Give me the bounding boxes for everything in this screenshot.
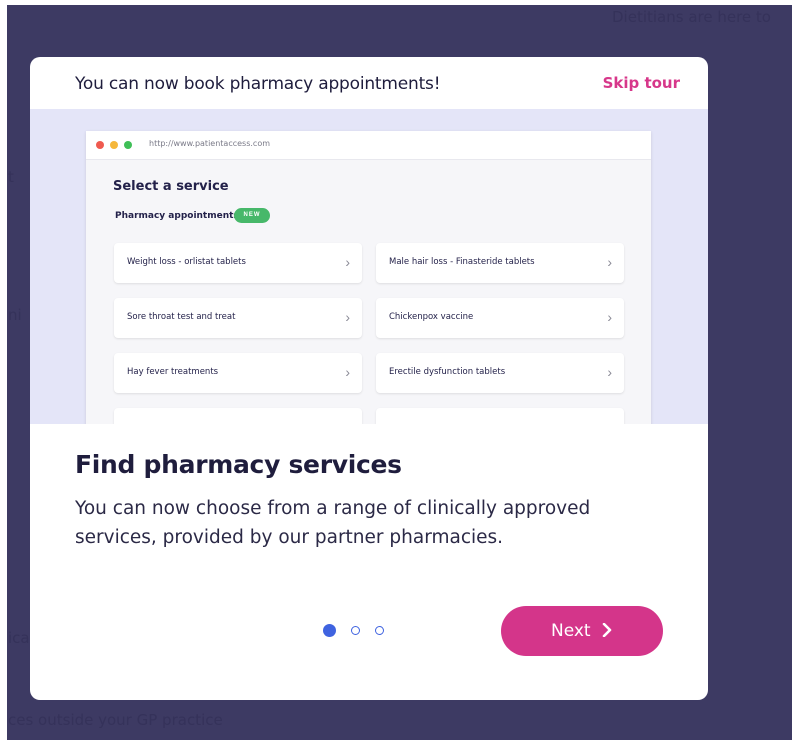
- close-dot-icon: [96, 141, 104, 149]
- chevron-right-icon: ›: [345, 254, 350, 270]
- step-title: Find pharmacy services: [75, 450, 402, 479]
- minimize-dot-icon: [110, 141, 118, 149]
- service-card: Erectile dysfunction tablets ›: [376, 353, 624, 393]
- service-card-label: Weight loss - orlistat tablets: [127, 257, 246, 267]
- service-card-label: Erectile dysfunction tablets: [389, 367, 506, 377]
- illustration-subtitle: Pharmacy appointments: [115, 211, 239, 221]
- chevron-right-icon: [602, 622, 612, 638]
- service-card-partial: ›: [376, 408, 624, 424]
- step-description: You can now choose from a range of clini…: [75, 498, 591, 548]
- pager-dot[interactable]: [351, 626, 360, 635]
- illustration-title: Select a service: [113, 179, 229, 194]
- background-text-bottom: ces outside your GP practice: [8, 711, 223, 729]
- next-button-label: Next: [550, 621, 591, 641]
- skip-tour-link[interactable]: Skip tour: [603, 74, 680, 92]
- pager-dot-active[interactable]: [323, 624, 336, 637]
- service-card: Weight loss - orlistat tablets ›: [114, 243, 362, 283]
- service-card: Male hair loss - Finasteride tablets ›: [376, 243, 624, 283]
- background-fragment: t: [8, 168, 14, 186]
- chevron-right-icon: ›: [607, 364, 612, 380]
- modal-header: You can now book pharmacy appointments! …: [30, 57, 708, 109]
- service-card: Hay fever treatments ›: [114, 353, 362, 393]
- service-card-label: Sore throat test and treat: [127, 312, 236, 322]
- browser-mockup: http://www.patientaccess.com Select a se…: [86, 131, 651, 424]
- service-card-label: Chickenpox vaccine: [389, 312, 474, 322]
- modal-title: You can now book pharmacy appointments!: [75, 74, 441, 94]
- service-card-label: Hay fever treatments: [127, 367, 219, 377]
- pager-dot[interactable]: [375, 626, 384, 635]
- chevron-right-icon: ›: [345, 364, 350, 380]
- feature-illustration: http://www.patientaccess.com Select a se…: [30, 109, 708, 424]
- service-card-partial: ›: [114, 408, 362, 424]
- tour-modal: You can now book pharmacy appointments! …: [30, 57, 708, 700]
- chevron-right-icon: ›: [607, 419, 612, 424]
- service-card: Chickenpox vaccine ›: [376, 298, 624, 338]
- service-card: Sore throat test and treat ›: [114, 298, 362, 338]
- browser-toolbar: http://www.patientaccess.com: [86, 131, 651, 160]
- background-fragment: ica: [8, 629, 30, 647]
- window-top-edge: [0, 0, 792, 5]
- chevron-right-icon: ›: [607, 309, 612, 325]
- service-card-label: Male hair loss - Finasteride tablets: [389, 257, 535, 267]
- new-badge: NEW: [234, 208, 270, 223]
- background-fragment: ni: [8, 306, 22, 324]
- chevron-right-icon: ›: [345, 309, 350, 325]
- chevron-right-icon: ›: [345, 419, 350, 424]
- background-text-top-right: Dietitians are here to: [612, 8, 771, 26]
- next-button[interactable]: Next: [501, 606, 663, 656]
- maximize-dot-icon: [124, 141, 132, 149]
- chevron-right-icon: ›: [607, 254, 612, 270]
- window-left-edge: [0, 0, 7, 740]
- browser-url: http://www.patientaccess.com: [149, 139, 270, 148]
